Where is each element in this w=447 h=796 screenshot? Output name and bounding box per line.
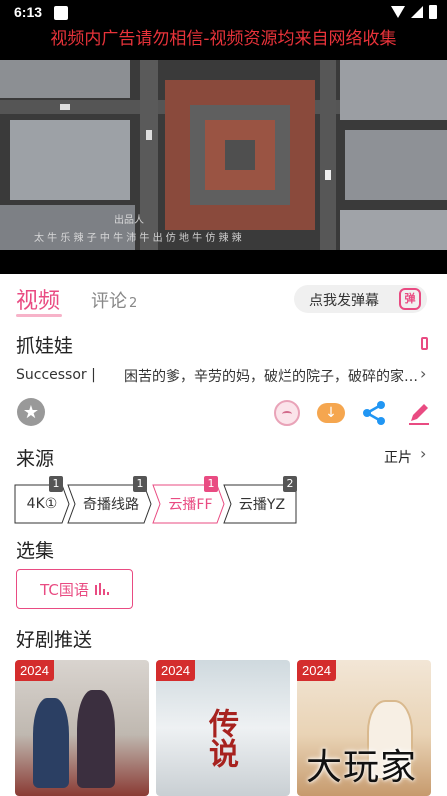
tab-comments[interactable]: 评论 2 xyxy=(91,287,137,313)
source-episode-label[interactable]: 正片 xyxy=(384,447,412,467)
recommend-card[interactable]: 2024 xyxy=(15,660,149,796)
chip-badge: 1 xyxy=(204,476,218,492)
status-bar: 6:13 xyxy=(0,0,447,26)
danmu-icon[interactable]: 弹 xyxy=(399,288,421,310)
show-title: 抓娃娃 xyxy=(16,335,74,357)
show-meta: Successor | xyxy=(16,367,96,383)
chip-badge: 1 xyxy=(49,476,63,492)
edit-icon[interactable] xyxy=(404,398,434,428)
poster-title: 传说 xyxy=(203,708,238,768)
tab-indicator xyxy=(16,314,62,317)
battery-icon xyxy=(429,5,437,19)
comment-count: 2 xyxy=(129,296,138,311)
tab-video[interactable]: 视频 xyxy=(16,283,60,315)
credits-line-2: 太 牛 乐 辣 子 中 牛 沛 牛 出 仿 地 牛 仿 辣 辣 xyxy=(34,233,242,244)
wifi-icon xyxy=(391,6,405,18)
download-icon[interactable]: ↓ xyxy=(316,398,346,428)
notification-icon xyxy=(54,6,68,20)
episodes-title: 选集 xyxy=(16,540,55,562)
recommend-title: 好剧推送 xyxy=(16,629,93,651)
watermark-logo: 大玩家 xyxy=(306,747,418,788)
recommend-card[interactable]: 传说 2024 xyxy=(156,660,290,796)
tab-comments-label: 评论 xyxy=(91,291,127,312)
episode-button[interactable]: TC国语 xyxy=(16,569,133,609)
poster-figure xyxy=(33,698,69,788)
status-time: 6:13 xyxy=(14,4,43,20)
video-credits: 出品人 太 牛 乐 辣 子 中 牛 沛 牛 出 仿 地 牛 仿 辣 辣 xyxy=(34,212,242,248)
tab-bar: 视频 评论 2 点我发弹幕 弹 xyxy=(0,274,447,322)
year-badge: 2024 xyxy=(297,660,336,681)
show-description[interactable]: 困苦的爹，辛劳的妈，破烂的院子，破碎的家…… xyxy=(124,366,420,386)
playing-icon xyxy=(94,583,109,595)
year-badge: 2024 xyxy=(156,660,195,681)
mascot-icon[interactable] xyxy=(272,398,302,428)
share-icon[interactable] xyxy=(359,398,389,428)
video-player[interactable]: 出品人 太 牛 乐 辣 子 中 牛 沛 牛 出 仿 地 牛 仿 辣 辣 xyxy=(0,52,447,274)
chip-badge: 1 xyxy=(133,476,147,492)
letterbox-bottom xyxy=(0,250,447,274)
chevron-right-icon[interactable]: › xyxy=(420,444,426,463)
chip-badge: 2 xyxy=(283,476,297,492)
star-icon[interactable]: ★ xyxy=(17,398,45,426)
credits-line-1: 出品人 xyxy=(114,215,144,226)
poster-figure xyxy=(77,690,115,788)
episode-label: TC国语 xyxy=(40,580,89,599)
danmu-label: 点我发弹幕 xyxy=(309,293,379,309)
year-badge: 2024 xyxy=(15,660,54,681)
warning-banner: 视频内广告请勿相信-视频资源均来自网络收集 xyxy=(0,26,447,52)
signal-icon xyxy=(411,6,423,18)
danmu-input[interactable]: 点我发弹幕 弹 xyxy=(294,285,427,313)
chevron-right-icon[interactable]: › xyxy=(420,364,426,383)
letterbox-top xyxy=(0,52,447,60)
bookmark-icon[interactable] xyxy=(421,337,428,350)
status-icons xyxy=(391,5,437,19)
source-title: 来源 xyxy=(16,448,55,470)
